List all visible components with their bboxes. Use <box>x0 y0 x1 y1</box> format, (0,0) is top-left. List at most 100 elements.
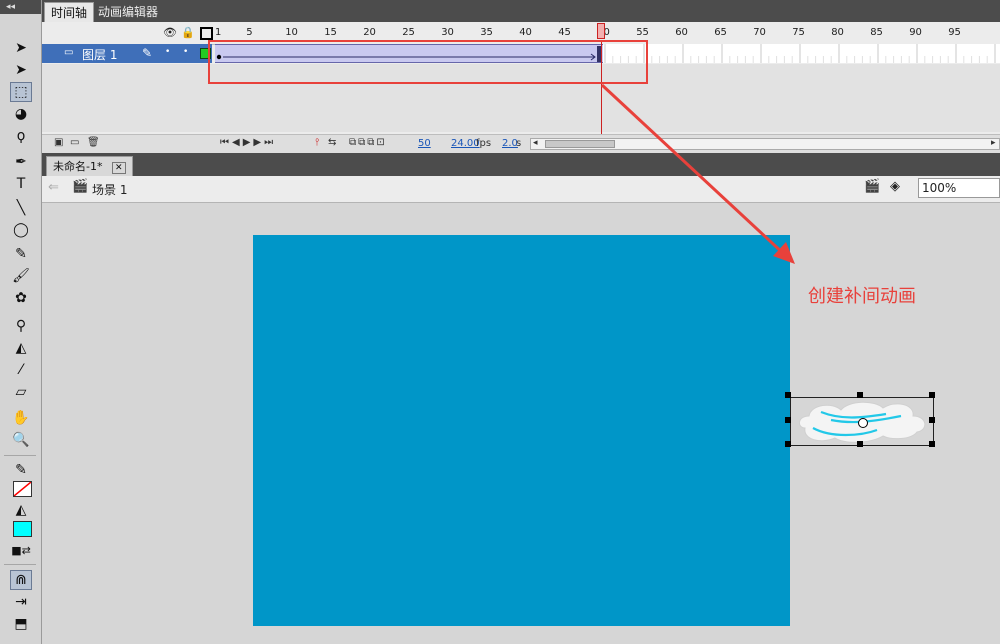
pencil-icon: ✎ <box>142 46 153 60</box>
fill-color-swatch[interactable] <box>13 521 32 537</box>
frame-number: 65 <box>714 27 727 38</box>
close-icon[interactable]: ✕ <box>111 162 126 174</box>
cloud-symbol[interactable] <box>785 392 935 447</box>
frame-number: 95 <box>948 27 961 38</box>
elapsed-unit: s <box>516 138 522 149</box>
stroke-color-icon[interactable]: ✎ <box>10 460 32 480</box>
document-tab[interactable]: 未命名-1* ✕ <box>46 156 133 176</box>
frame-number: 5 <box>246 27 253 38</box>
edit-bar: ⇐ 🎬 场景 1 🎬 ◈ 100% <box>42 176 1000 203</box>
snap-to-objects-icon[interactable]: ⋒ <box>10 570 32 590</box>
back-arrow-icon[interactable]: ⇐ <box>48 180 59 195</box>
oval-tool-icon[interactable]: ◯ <box>10 220 32 240</box>
frame-number: 1 <box>215 27 222 38</box>
deco-tool-icon[interactable]: ✿ <box>10 288 32 308</box>
frame-number: 70 <box>753 27 766 38</box>
straighten-icon[interactable]: ⬒ <box>10 614 32 634</box>
tools-panel: ◂◂ ➤ ➤ ⬚ ◕ ϙ ✒ T ╲ ◯ ✎ 🖌 ✿ ⚲ ◭ ⁄ ▱ ✋ 🔍 ✎ ◭ ■⇄ ⋒ ⇥ ⬒ <box>0 0 42 644</box>
center-frame-icon[interactable]: ⫯ <box>315 137 319 148</box>
text-tool-icon[interactable]: T <box>10 174 32 194</box>
transform-handle[interactable] <box>785 392 791 398</box>
subselection-tool-icon[interactable]: ➤ <box>10 60 32 80</box>
transform-handle[interactable] <box>929 392 935 398</box>
current-frame-value[interactable]: 50 <box>418 138 431 149</box>
frame-number: 80 <box>831 27 844 38</box>
eye-icon[interactable]: 👁 <box>163 26 177 39</box>
annotation-label: 创建补间动画 <box>808 286 916 307</box>
panel-tab-bar: 时间轴 动画编辑器 <box>42 0 1000 22</box>
pen-tool-icon[interactable]: ✒ <box>10 152 32 172</box>
panel-collapse-icon[interactable]: ◂◂ <box>0 0 41 14</box>
fill-color-icon[interactable]: ◭ <box>10 500 32 520</box>
brush-tool-icon[interactable]: 🖌 <box>10 266 32 286</box>
no-color-slash-icon <box>14 482 31 496</box>
frame-number: 55 <box>636 27 649 38</box>
hand-tool-icon[interactable]: ✋ <box>10 408 32 428</box>
transform-point-icon[interactable] <box>858 418 868 428</box>
toolbar-divider <box>4 455 36 456</box>
lasso-tool-icon[interactable]: ϙ <box>10 126 32 146</box>
fps-unit: fps <box>476 138 492 149</box>
free-transform-tool-icon[interactable]: ⬚ <box>10 82 32 102</box>
delete-layer-icon[interactable]: 🗑 <box>87 137 100 148</box>
layer-icon: ▭ <box>64 47 74 58</box>
timeline-panel: 👁 🔒 151015202530354045505560657075808590… <box>42 22 1000 154</box>
transform-handle[interactable] <box>857 392 863 398</box>
stroke-color-swatch[interactable] <box>13 481 32 497</box>
stage[interactable] <box>253 235 790 626</box>
visibility-dot-icon[interactable]: • <box>165 47 170 57</box>
toolbar-divider <box>4 564 36 565</box>
loop-icon[interactable]: ⇆ <box>328 137 336 148</box>
transform-handle[interactable] <box>785 441 791 447</box>
frame-number: 10 <box>285 27 298 38</box>
transform-handle[interactable] <box>929 417 935 423</box>
pencil-tool-icon[interactable]: ✎ <box>10 244 32 264</box>
playhead-handle[interactable] <box>597 23 605 39</box>
new-layer-icon[interactable]: ▣ <box>54 137 63 148</box>
scene-icon: 🎬 <box>72 179 89 194</box>
tab-timeline[interactable]: 时间轴 <box>44 2 95 22</box>
scene-name[interactable]: 场景 1 <box>92 181 127 198</box>
lock-dot-icon[interactable]: • <box>183 47 188 57</box>
transform-handle[interactable] <box>929 441 935 447</box>
layer-name[interactable]: 图层 1 <box>82 46 117 63</box>
3d-rotation-tool-icon[interactable]: ◕ <box>10 104 32 124</box>
paint-bucket-tool-icon[interactable]: ◭ <box>10 338 32 358</box>
zoom-tool-icon[interactable]: 🔍 <box>10 430 32 450</box>
bone-tool-icon[interactable]: ⚲ <box>10 316 32 336</box>
outline-icon[interactable] <box>200 27 213 40</box>
edit-symbols-icon[interactable]: ◈ <box>890 179 900 194</box>
onion-skin-icons[interactable]: ⧉⧉⧉⊡ <box>349 137 387 148</box>
frame-number: 30 <box>441 27 454 38</box>
frame-number: 20 <box>363 27 376 38</box>
frame-number: 90 <box>909 27 922 38</box>
timeline-status-bar: ▣ ▭ 🗑 ⏮◀▶▶⏭ ⫯ ⇆ ⧉⧉⧉⊡ 50 24.00 fps 2.0 s … <box>42 134 1000 154</box>
tab-motion-editor[interactable]: 动画编辑器 <box>92 2 164 22</box>
swap-colors-icon[interactable]: ■⇄ <box>10 540 32 560</box>
eraser-tool-icon[interactable]: ▱ <box>10 382 32 402</box>
frame-number: 35 <box>480 27 493 38</box>
scroll-right-icon[interactable]: ▸ <box>991 138 996 148</box>
frame-number: 60 <box>675 27 688 38</box>
transform-handle[interactable] <box>857 441 863 447</box>
zoom-select[interactable]: 100% <box>918 178 1000 198</box>
edit-scene-icon[interactable]: 🎬 <box>864 179 880 194</box>
annotation-arrow <box>600 83 795 264</box>
selection-tool-icon[interactable]: ➤ <box>10 38 32 58</box>
eyedropper-tool-icon[interactable]: ⁄ <box>10 360 32 380</box>
frame-number: 75 <box>792 27 805 38</box>
playback-controls-icon[interactable]: ⏮◀▶▶⏭ <box>220 137 276 148</box>
new-folder-icon[interactable]: ▭ <box>70 137 79 148</box>
document-tab-bar <box>42 153 1000 176</box>
frame-number: 15 <box>324 27 337 38</box>
frame-number: 25 <box>402 27 415 38</box>
lock-icon[interactable]: 🔒 <box>181 26 195 39</box>
zoom-value: 100% <box>922 181 957 195</box>
smooth-icon[interactable]: ⇥ <box>10 592 32 612</box>
line-tool-icon[interactable]: ╲ <box>10 198 32 218</box>
scroll-left-icon[interactable]: ◂ <box>533 138 538 148</box>
document-title: 未命名-1* <box>53 160 103 173</box>
frame-number: 40 <box>519 27 532 38</box>
transform-handle[interactable] <box>785 417 791 423</box>
layer-row[interactable]: ▭ 图层 1 ✎ • • <box>42 44 212 63</box>
